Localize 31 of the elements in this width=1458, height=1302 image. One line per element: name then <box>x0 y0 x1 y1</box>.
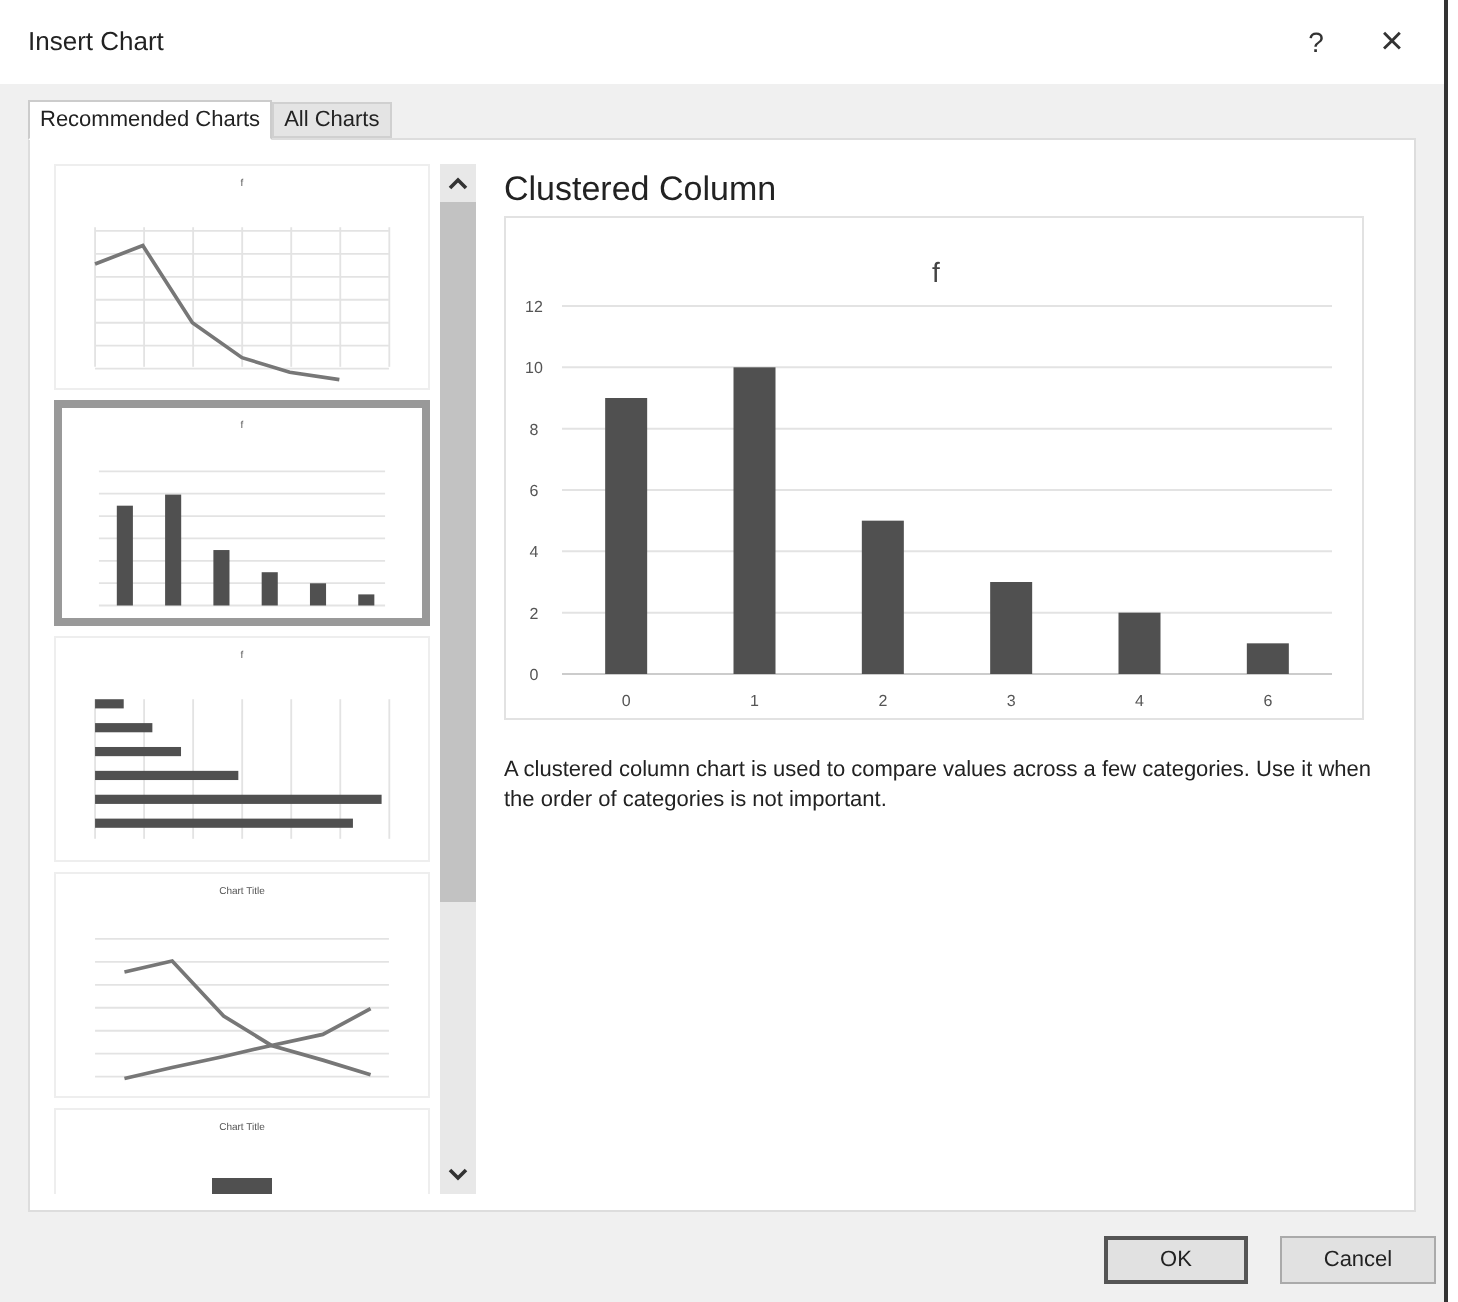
chart-type-title: Clustered Column <box>504 168 779 212</box>
chart-title: f <box>932 256 940 288</box>
chart-description: A clustered column chart is used to compare values across a few categories. Use it when the order of categories is not important. <box>504 756 1373 816</box>
bar <box>990 582 1033 674</box>
window-title: Insert Chart <box>28 24 164 61</box>
close-button[interactable]: × <box>1368 18 1416 66</box>
y-axis-label: 12 <box>525 298 543 316</box>
x-axis-label: 2 <box>878 692 888 710</box>
y-axis-label: 4 <box>529 543 539 562</box>
x-axis-label: 6 <box>1263 692 1273 710</box>
dialog-button[interactable]: Cancel <box>1280 1236 1436 1284</box>
chart-thumbnail-drawing <box>212 1178 272 1194</box>
y-axis-label: 6 <box>529 482 539 500</box>
tab[interactable]: Recommended Charts <box>28 100 273 140</box>
bar <box>1118 612 1161 674</box>
x-axis-label: 4 <box>1135 692 1144 710</box>
scrollbar[interactable] <box>440 164 476 1194</box>
y-axis-label: 8 <box>529 420 539 439</box>
scrollbar-thumb[interactable] <box>440 202 476 902</box>
tab[interactable]: All Charts <box>272 102 392 138</box>
scroll-up-icon[interactable] <box>448 176 468 190</box>
x-axis-label: 0 <box>621 692 631 710</box>
y-axis-label: 2 <box>529 604 539 623</box>
scroll-down-icon[interactable] <box>448 1168 468 1182</box>
y-axis-label: 10 <box>525 359 543 378</box>
dialog-button[interactable]: OK <box>1104 1236 1248 1284</box>
help-button[interactable]: ? <box>1292 18 1340 66</box>
x-axis-label: 3 <box>1006 692 1016 710</box>
y-axis-label: 0 <box>529 666 539 684</box>
bar <box>1246 643 1289 674</box>
x-axis-label: 1 <box>750 692 759 710</box>
